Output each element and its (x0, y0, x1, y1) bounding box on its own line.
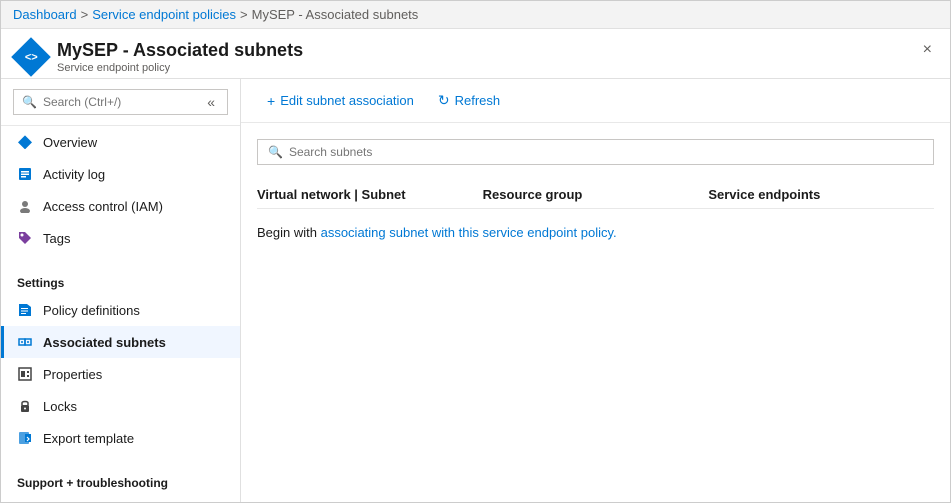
subnet-search-icon: 🔍 (268, 145, 283, 159)
support-section-label: Support + troubleshooting (1, 462, 240, 494)
sidebar-item-activity-log[interactable]: Activity log (1, 158, 240, 190)
sidebar-item-label: Properties (43, 367, 102, 382)
empty-msg-text: Begin with (257, 225, 321, 240)
empty-state-message: Begin with associating subnet with this … (257, 213, 934, 252)
locks-icon (18, 399, 32, 413)
activity-icon (18, 167, 32, 181)
breadcrumb-dashboard[interactable]: Dashboard (13, 7, 77, 22)
refresh-icon: ↻ (438, 92, 450, 109)
title-bar: <> MySEP - Associated subnets Service en… (1, 29, 950, 79)
sidebar-item-label: Export template (43, 431, 134, 446)
associating-subnet-link[interactable]: associating subnet with this service end… (321, 225, 617, 240)
access-icon (18, 199, 32, 213)
subnet-icon (18, 335, 32, 349)
edit-subnet-button[interactable]: + Edit subnet association (257, 88, 424, 114)
tags-icon (18, 231, 32, 245)
title-bar-text: MySEP - Associated subnets Service endpo… (57, 39, 303, 74)
sidebar-item-label: Locks (43, 399, 77, 414)
properties-icon (18, 367, 32, 381)
sidebar-item-properties[interactable]: Properties (1, 358, 240, 390)
sidebar-item-new-support-request[interactable]: ? New support request (1, 494, 240, 502)
export-icon (18, 431, 32, 445)
sidebar-item-label: Tags (43, 231, 70, 246)
sidebar-item-associated-subnets[interactable]: Associated subnets (1, 326, 240, 358)
sidebar-item-label: Activity log (43, 167, 105, 182)
subnet-search-input[interactable] (289, 145, 923, 159)
collapse-button[interactable]: « (203, 94, 219, 110)
subnet-search-container: 🔍 (257, 139, 934, 165)
edit-icon: + (267, 93, 275, 109)
toolbar: + Edit subnet association ↻ Refresh (241, 79, 950, 123)
close-button[interactable]: × (917, 39, 938, 61)
content-area: + Edit subnet association ↻ Refresh 🔍 Vi… (241, 79, 950, 502)
column-virtual-network: Virtual network | Subnet (257, 187, 483, 202)
resource-icon: <> (11, 37, 51, 77)
sidebar-item-label: Overview (43, 135, 97, 150)
main-window: Dashboard > Service endpoint policies > … (0, 0, 951, 503)
policy-icon (18, 303, 32, 317)
sidebar: 🔍 « Overview (1, 79, 241, 502)
sidebar-item-policy-definitions[interactable]: Policy definitions (1, 294, 240, 326)
sidebar-item-locks[interactable]: Locks (1, 390, 240, 422)
sidebar-item-label: Access control (IAM) (43, 199, 163, 214)
page-subtitle: Service endpoint policy (57, 62, 303, 74)
breadcrumb: Dashboard > Service endpoint policies > … (1, 1, 950, 29)
settings-section-label: Settings (1, 262, 240, 294)
sidebar-search-container: 🔍 « (1, 79, 240, 126)
search-icon: 🔍 (22, 95, 37, 109)
page-title: MySEP - Associated subnets (57, 39, 303, 62)
sidebar-item-overview[interactable]: Overview (1, 126, 240, 158)
sidebar-item-access-control[interactable]: Access control (IAM) (1, 190, 240, 222)
breadcrumb-current: MySEP - Associated subnets (252, 7, 419, 22)
breadcrumb-policies[interactable]: Service endpoint policies (92, 7, 236, 22)
overview-icon (18, 135, 32, 149)
refresh-label: Refresh (455, 93, 501, 108)
column-resource-group: Resource group (483, 187, 709, 202)
sidebar-item-export-template[interactable]: Export template (1, 422, 240, 454)
refresh-button[interactable]: ↻ Refresh (428, 87, 510, 114)
sidebar-item-label: Associated subnets (43, 335, 166, 350)
main-layout: 🔍 « Overview (1, 79, 950, 502)
sidebar-item-label: Policy definitions (43, 303, 140, 318)
sidebar-item-tags[interactable]: Tags (1, 222, 240, 254)
edit-subnet-label: Edit subnet association (280, 93, 414, 108)
column-service-endpoints: Service endpoints (708, 187, 934, 202)
table-header: Virtual network | Subnet Resource group … (257, 181, 934, 209)
search-input[interactable] (43, 95, 197, 109)
content-body: 🔍 Virtual network | Subnet Resource grou… (241, 123, 950, 502)
